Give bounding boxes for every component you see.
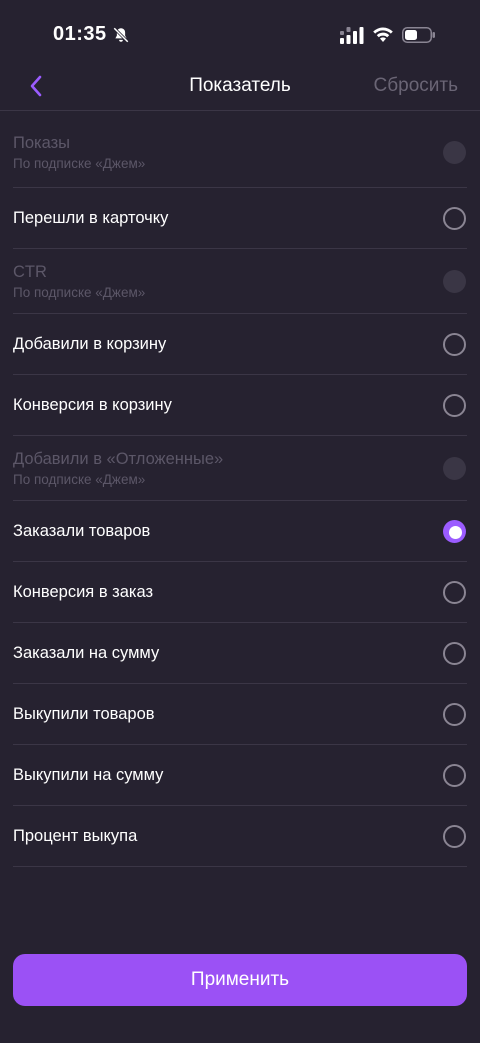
radio-checked[interactable] bbox=[443, 519, 466, 543]
radio-unchecked[interactable] bbox=[443, 332, 466, 356]
battery-icon bbox=[402, 27, 435, 43]
status-time: 01:35 bbox=[53, 23, 107, 45]
option-label: CTR bbox=[13, 262, 47, 281]
radio-unchecked[interactable] bbox=[443, 393, 466, 417]
reset-button[interactable]: Сбросить bbox=[374, 75, 458, 97]
bell-off-icon bbox=[113, 27, 129, 43]
option-row-add-to-cart[interactable]: Добавили в корзину bbox=[13, 314, 467, 375]
radio-disabled bbox=[443, 269, 466, 293]
signal-icon bbox=[340, 27, 364, 44]
option-label: Процент выкупа bbox=[13, 826, 138, 845]
option-subtitle: По подписке «Джем» bbox=[13, 284, 146, 300]
radio-disabled bbox=[443, 456, 466, 480]
status-bar: 01:35 bbox=[0, 0, 480, 70]
radio-unchecked[interactable] bbox=[443, 206, 466, 230]
nav-bar: Показатель Сбросить bbox=[0, 62, 480, 111]
wifi-icon bbox=[373, 27, 393, 42]
option-label: Показы bbox=[13, 134, 71, 152]
radio-unchecked[interactable] bbox=[443, 824, 466, 848]
option-label: Конверсия в заказ bbox=[13, 582, 154, 601]
radio-unchecked[interactable] bbox=[443, 641, 466, 665]
option-subtitle: По подписке «Джем» bbox=[13, 471, 146, 487]
option-label: Заказали на сумму bbox=[13, 643, 160, 662]
radio-unchecked[interactable] bbox=[443, 580, 466, 604]
option-row-card-visits[interactable]: Перешли в карточку bbox=[13, 188, 467, 249]
option-row-redemption-rate[interactable]: Процент выкупа bbox=[13, 806, 467, 867]
option-label: Выкупили товаров bbox=[13, 704, 155, 723]
option-row-order-conversion[interactable]: Конверсия в заказ bbox=[13, 562, 467, 623]
option-row-wishlist[interactable]: Добавили в «Отложенные» По подписке «Дже… bbox=[13, 436, 467, 501]
option-row-ordered-sum[interactable]: Заказали на сумму bbox=[13, 623, 467, 684]
option-row-cart-conversion[interactable]: Конверсия в корзину bbox=[13, 375, 467, 436]
option-row-redeemed-sum[interactable]: Выкупили на сумму bbox=[13, 745, 467, 806]
option-subtitle: По подписке «Джем» bbox=[13, 156, 146, 171]
option-row-ordered-items[interactable]: Заказали товаров bbox=[13, 501, 467, 562]
option-label: Перешли в карточку bbox=[13, 208, 169, 227]
option-label: Добавили в корзину bbox=[13, 334, 167, 353]
option-row-ctr[interactable]: CTR По подписке «Джем» bbox=[13, 249, 467, 314]
radio-unchecked[interactable] bbox=[443, 763, 466, 787]
option-list: Показы По подписке «Джем» Перешли в карт… bbox=[13, 118, 467, 867]
option-row-views[interactable]: Показы По подписке «Джем» bbox=[13, 118, 467, 188]
radio-unchecked[interactable] bbox=[443, 702, 466, 726]
radio-disabled bbox=[443, 141, 466, 164]
option-label: Добавили в «Отложенные» bbox=[13, 449, 224, 468]
option-label: Заказали товаров bbox=[13, 521, 151, 540]
option-label: Выкупили на сумму bbox=[13, 765, 164, 784]
option-row-redeemed-items[interactable]: Выкупили товаров bbox=[13, 684, 467, 745]
option-label: Конверсия в корзину bbox=[13, 395, 172, 414]
apply-button[interactable]: Применить bbox=[13, 954, 467, 1006]
